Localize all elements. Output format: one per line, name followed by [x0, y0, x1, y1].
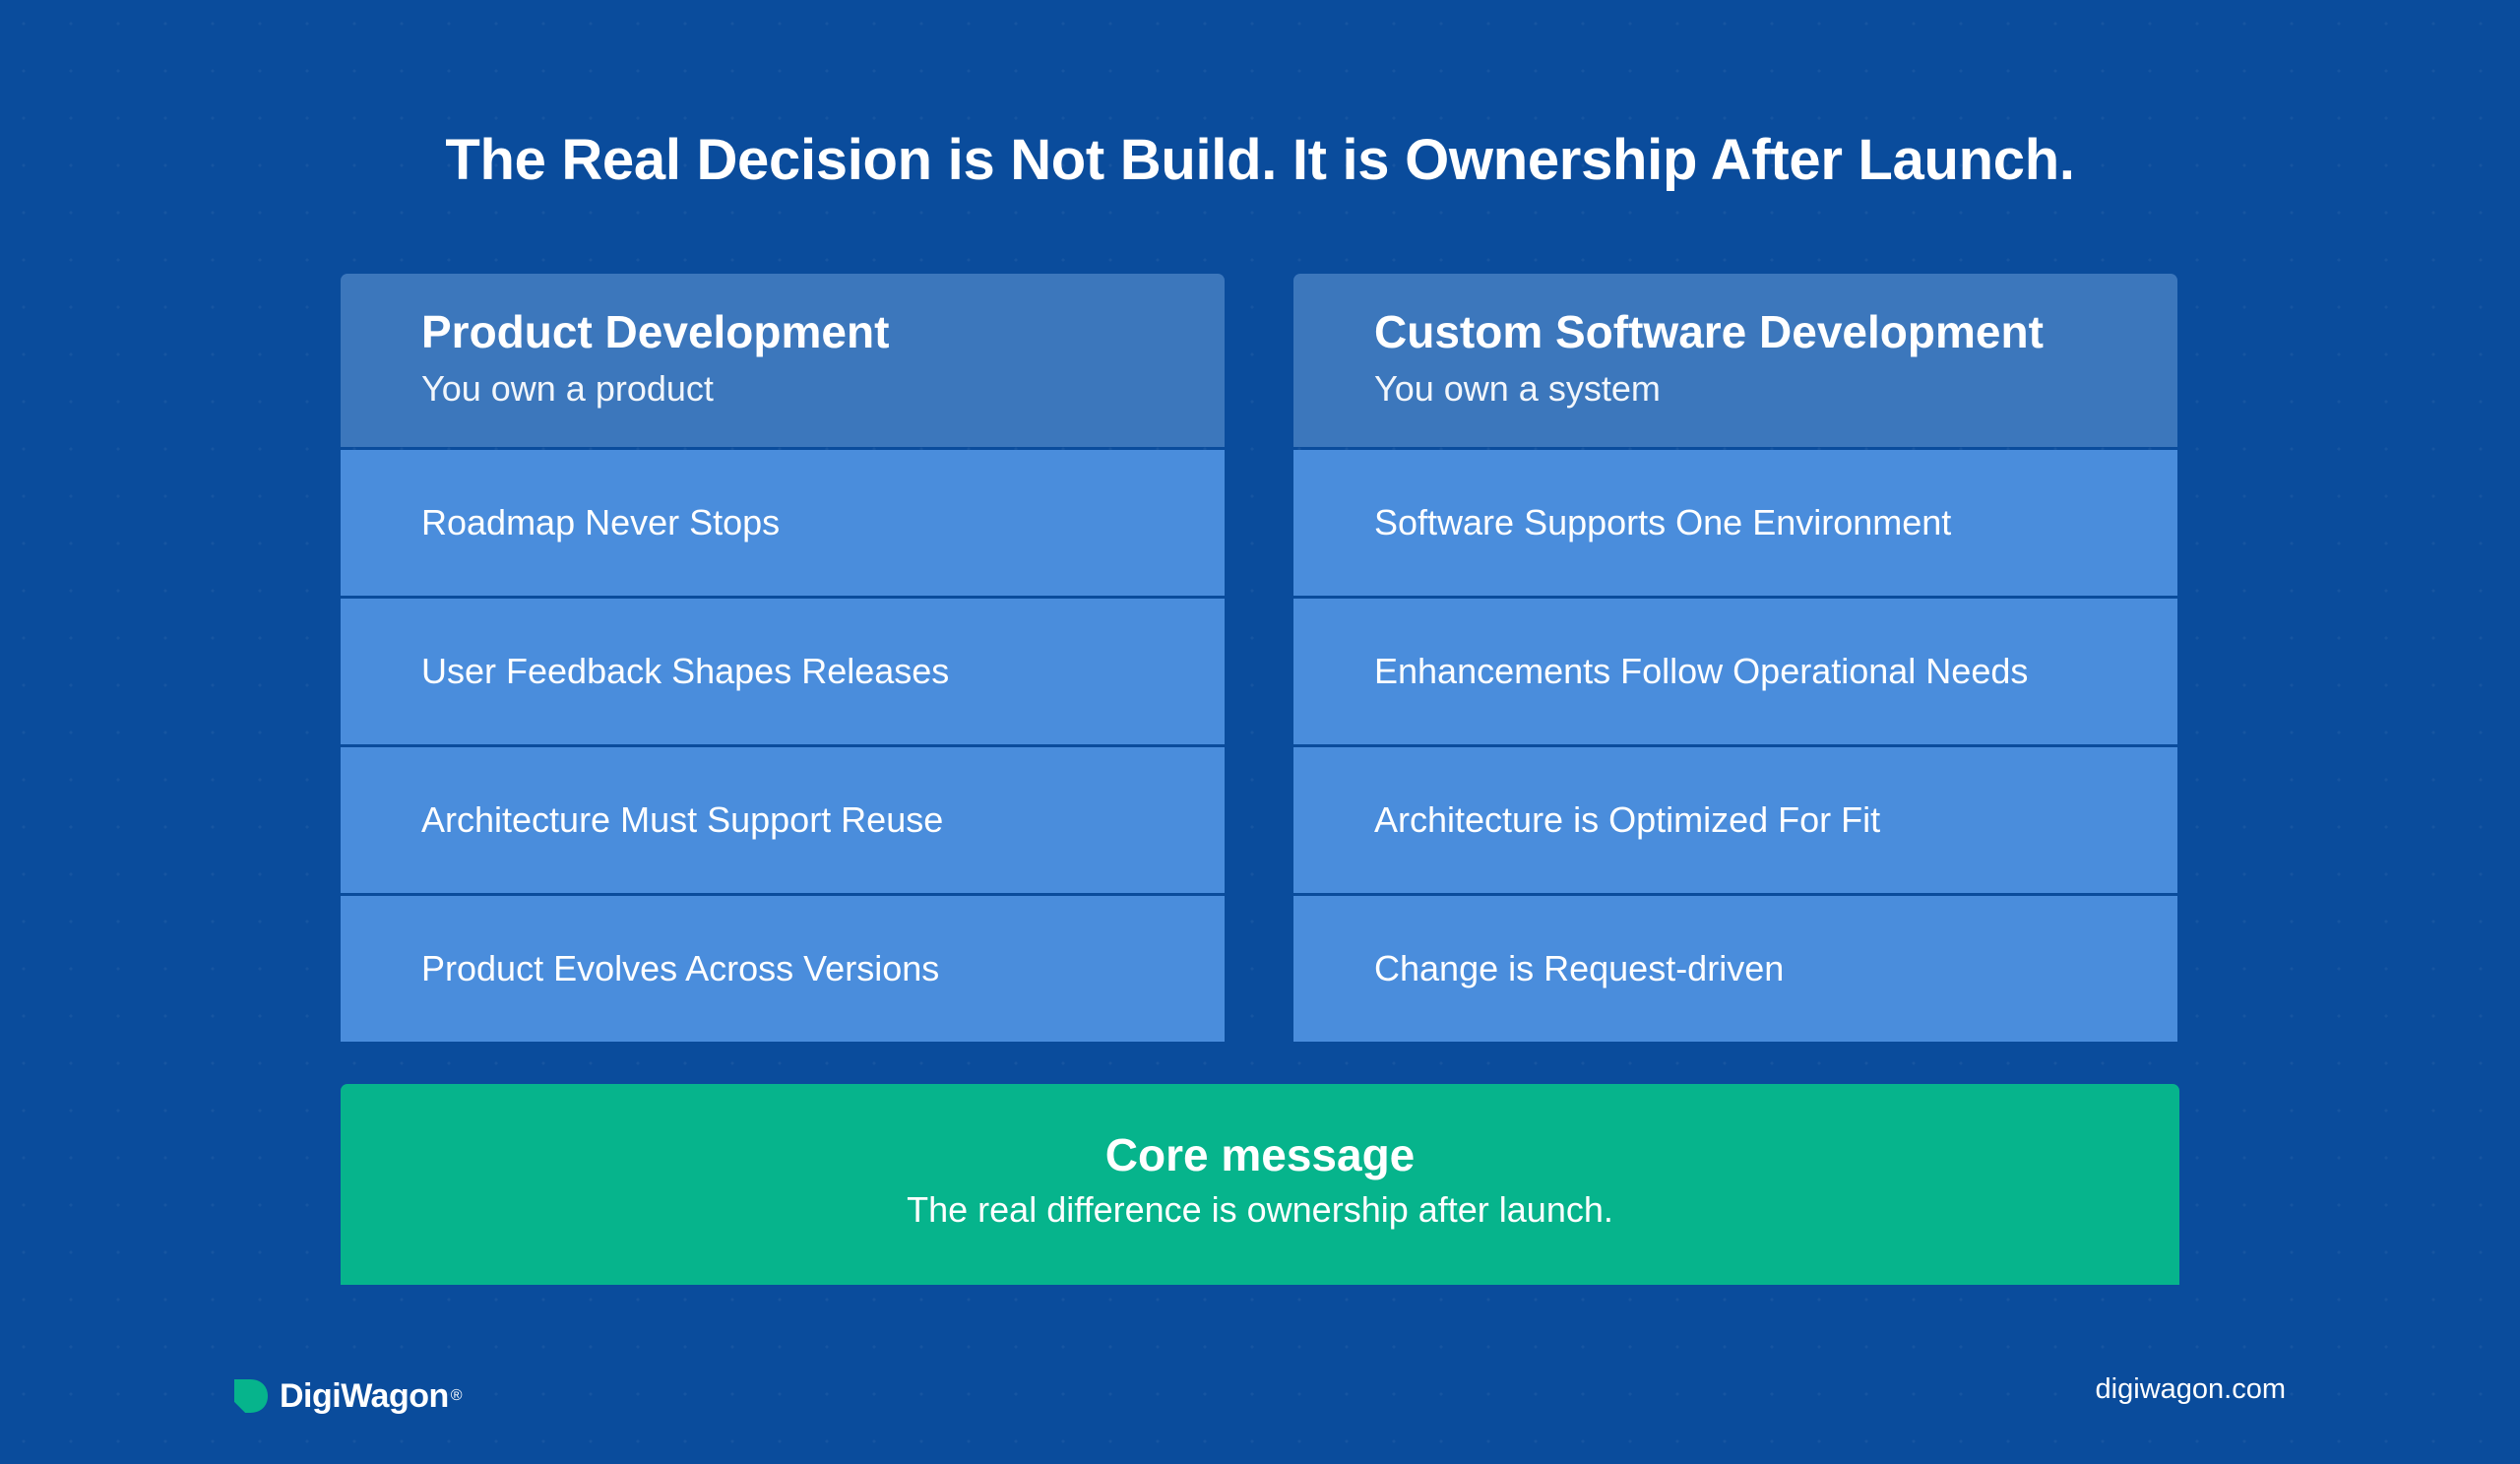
custom-software-header: Custom Software Development You own a sy…	[1293, 274, 2177, 447]
list-item: Roadmap Never Stops	[341, 450, 1225, 596]
list-item: Architecture is Optimized For Fit	[1293, 747, 2177, 893]
list-item: Architecture Must Support Reuse	[341, 747, 1225, 893]
column-subtitle: You own a product	[421, 368, 714, 409]
custom-software-column: Custom Software Development You own a sy…	[1293, 274, 2177, 1042]
column-subtitle: You own a system	[1374, 368, 1661, 409]
core-message-box: Core message The real difference is owne…	[341, 1084, 2179, 1285]
registered-mark: ®	[450, 1387, 463, 1404]
column-title: Product Development	[421, 306, 890, 357]
page-title: The Real Decision is Not Build. It is Ow…	[445, 128, 2075, 192]
core-message-text: The real difference is ownership after l…	[907, 1189, 1613, 1230]
digiwagon-logo-icon	[234, 1379, 268, 1413]
product-development-header: Product Development You own a product	[341, 274, 1225, 447]
brand-name: DigiWagon	[280, 1376, 449, 1415]
list-item: Change is Request-driven	[1293, 896, 2177, 1042]
list-item: Enhancements Follow Operational Needs	[1293, 599, 2177, 744]
brand-logo[interactable]: DigiWagon ®	[232, 1372, 463, 1420]
website-link[interactable]: digiwagon.com	[2096, 1369, 2286, 1409]
list-item: Software Supports One Environment	[1293, 450, 2177, 596]
column-title: Custom Software Development	[1374, 306, 2044, 357]
core-message-title: Core message	[1104, 1129, 1416, 1180]
list-item: User Feedback Shapes Releases	[341, 599, 1225, 744]
product-development-column: Product Development You own a product Ro…	[341, 274, 1225, 1042]
list-item: Product Evolves Across Versions	[341, 896, 1225, 1042]
